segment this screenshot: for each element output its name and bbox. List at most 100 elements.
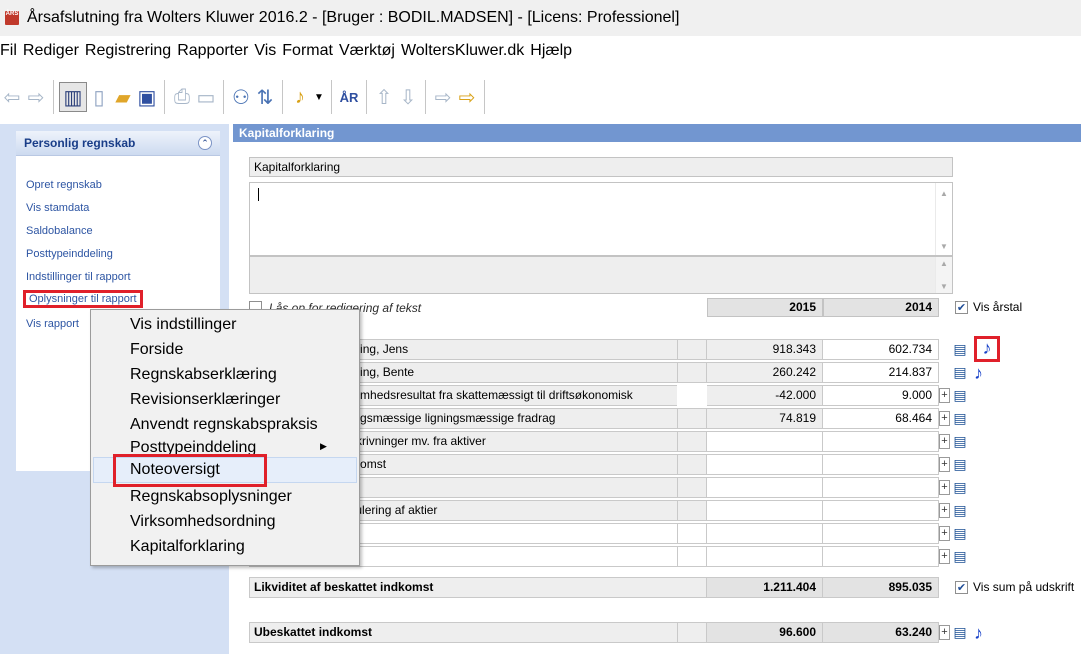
vis-sum-checkbox[interactable]: ✔ <box>955 580 968 594</box>
details-icon[interactable]: ▤ <box>952 456 968 472</box>
export-icon[interactable]: ⇨ <box>431 83 455 111</box>
details-icon[interactable]: ▤ <box>952 433 968 449</box>
row-value-2015[interactable] <box>707 454 823 475</box>
expand-plus-icon[interactable]: + <box>939 411 950 426</box>
collapse-icon[interactable]: ⌃ <box>198 136 212 150</box>
sidebar-item-vis-rapport[interactable]: Vis rapport <box>26 318 79 330</box>
expand-plus-icon[interactable]: + <box>939 549 950 564</box>
details-icon[interactable]: ▤ <box>952 364 968 380</box>
row-value-2015[interactable]: 260.242 <box>707 362 823 383</box>
row-value-2014[interactable] <box>823 523 939 544</box>
row-value-2014[interactable]: 602.734 <box>823 339 939 360</box>
row-value-2014[interactable] <box>823 500 939 521</box>
forward-arrow-icon[interactable]: ⇨ <box>24 83 48 111</box>
menu-fil[interactable]: Fil <box>0 42 17 60</box>
context-item-vis-indstillinger[interactable]: Vis indstillinger <box>130 316 236 334</box>
details-icon[interactable]: ▤ <box>952 624 968 640</box>
untaxed-value-2014[interactable]: 63.240 <box>823 622 939 643</box>
row-value-2014[interactable]: 214.837 <box>823 362 939 383</box>
expand-plus-icon[interactable]: + <box>939 480 950 495</box>
row-value-2014[interactable]: 9.000 <box>823 385 939 406</box>
up-arrow-icon[interactable]: ⇧ <box>372 83 396 111</box>
row-value-2014[interactable] <box>823 431 939 452</box>
details-icon[interactable]: ▤ <box>952 341 968 357</box>
menu-format[interactable]: Format <box>282 42 333 60</box>
context-item-kapitalforklaring[interactable]: Kapitalforklaring <box>130 538 245 556</box>
untaxed-label[interactable]: Ubeskattet indkomst <box>249 622 677 643</box>
expand-plus-icon[interactable]: + <box>939 388 950 403</box>
sidebar-item-vis-stamdata[interactable]: Vis stamdata <box>26 202 89 214</box>
details-icon[interactable]: ▤ <box>952 410 968 426</box>
import-icon[interactable]: ⇨ <box>455 83 479 111</box>
note-icon[interactable]: ♪ <box>974 623 983 643</box>
back-arrow-icon[interactable]: ⇦ <box>0 83 24 111</box>
context-item-revisionserklaeringer[interactable]: Revisionserklæringer <box>130 391 280 409</box>
sidebar-item-opret-regnskab[interactable]: Opret regnskab <box>26 179 102 191</box>
scroll-down-icon[interactable]: ▼ <box>940 282 948 291</box>
menu-vis[interactable]: Vis <box>254 42 276 60</box>
expand-plus-icon[interactable]: + <box>939 457 950 472</box>
row-value-2015[interactable]: 74.819 <box>707 408 823 429</box>
menu-vaerktoej[interactable]: Værktøj <box>339 42 395 60</box>
new-document-icon[interactable]: ▯ <box>87 83 111 111</box>
open-folder-icon[interactable]: ▰ <box>111 83 135 111</box>
user-icon[interactable]: ⚇ <box>229 83 253 111</box>
row-value-2014[interactable] <box>823 477 939 498</box>
details-icon[interactable]: ▤ <box>952 502 968 518</box>
details-icon[interactable]: ▤ <box>952 548 968 564</box>
vis-aarstal-checkbox[interactable]: ✔ <box>955 300 968 314</box>
text-editor-scrollbar[interactable]: ▲ ▼ <box>935 183 952 255</box>
row-value-2015[interactable] <box>707 500 823 521</box>
row-value-2015[interactable] <box>707 431 823 452</box>
untaxed-value-2015[interactable]: 96.600 <box>707 622 823 643</box>
expand-plus-icon[interactable]: + <box>939 434 950 449</box>
expand-plus-icon[interactable]: + <box>939 625 950 640</box>
dropdown-arrow-icon[interactable]: ▼ <box>312 83 326 111</box>
note-icon[interactable]: ♪ <box>974 363 983 383</box>
row-value-2014[interactable] <box>823 454 939 475</box>
context-item-regnskabserklaering[interactable]: Regnskabserklæring <box>130 366 277 384</box>
sidebar-item-oplysninger-til-rapport[interactable]: Oplysninger til rapport <box>23 290 143 308</box>
menu-wolterskluwer[interactable]: WoltersKluwer.dk <box>401 42 524 60</box>
save-icon[interactable]: ▣ <box>135 83 159 111</box>
aar-icon[interactable]: ÅR <box>337 83 361 111</box>
menu-rapporter[interactable]: Rapporter <box>177 42 248 60</box>
details-icon[interactable]: ▤ <box>952 525 968 541</box>
details-icon[interactable]: ▤ <box>952 479 968 495</box>
text-editor-secondary[interactable]: ▲ ▼ <box>249 256 953 294</box>
context-item-anvendt-regnskabspraksis[interactable]: Anvendt regnskabspraksis <box>130 416 318 434</box>
number-icon[interactable]: ⇅ <box>253 83 277 111</box>
menu-rediger[interactable]: Rediger <box>23 42 79 60</box>
row-value-2015[interactable] <box>707 477 823 498</box>
scroll-up-icon[interactable]: ▲ <box>940 259 948 268</box>
print-icon[interactable]: ⎙ <box>170 83 194 111</box>
row-value-2014[interactable]: 68.464 <box>823 408 939 429</box>
text-editor[interactable]: ▲ ▼ <box>249 182 953 256</box>
sidebar-item-posttypeinddeling[interactable]: Posttypeinddeling <box>26 248 113 260</box>
sidebar-item-indstillinger-til-rapport[interactable]: Indstillinger til rapport <box>26 271 131 283</box>
context-item-virksomhedsordning[interactable]: Virksomhedsordning <box>130 513 276 531</box>
scroll-up-icon[interactable]: ▲ <box>940 189 948 198</box>
row-value-2015[interactable]: 918.343 <box>707 339 823 360</box>
menu-registrering[interactable]: Registrering <box>85 42 171 60</box>
sidebar-panel-header[interactable]: Personlig regnskab ⌃ <box>16 131 220 156</box>
row-value-2015[interactable] <box>707 523 823 544</box>
secondary-scrollbar[interactable]: ▲ ▼ <box>935 257 952 293</box>
title-field[interactable]: Kapitalforklaring <box>249 157 953 177</box>
note-icon[interactable]: ♪ <box>288 83 312 111</box>
panel-toggle-icon[interactable]: ▥ <box>59 82 87 112</box>
sidebar-item-saldobalance[interactable]: Saldobalance <box>26 225 93 237</box>
scroll-down-icon[interactable]: ▼ <box>940 242 948 251</box>
print-preview-icon[interactable]: ▭ <box>194 83 218 111</box>
row-value-2014[interactable] <box>823 546 939 567</box>
row-value-2015[interactable]: -42.000 <box>707 385 823 406</box>
menu-hjaelp[interactable]: Hjælp <box>530 42 572 60</box>
details-icon[interactable]: ▤ <box>952 387 968 403</box>
row-value-2015[interactable] <box>707 546 823 567</box>
expand-plus-icon[interactable]: + <box>939 526 950 541</box>
context-item-forside[interactable]: Forside <box>130 341 183 359</box>
down-arrow-icon[interactable]: ⇩ <box>396 83 420 111</box>
expand-plus-icon[interactable]: + <box>939 503 950 518</box>
note-icon[interactable]: ♪ <box>974 336 1000 362</box>
context-item-regnskabsoplysninger[interactable]: Regnskabsoplysninger <box>130 488 292 506</box>
